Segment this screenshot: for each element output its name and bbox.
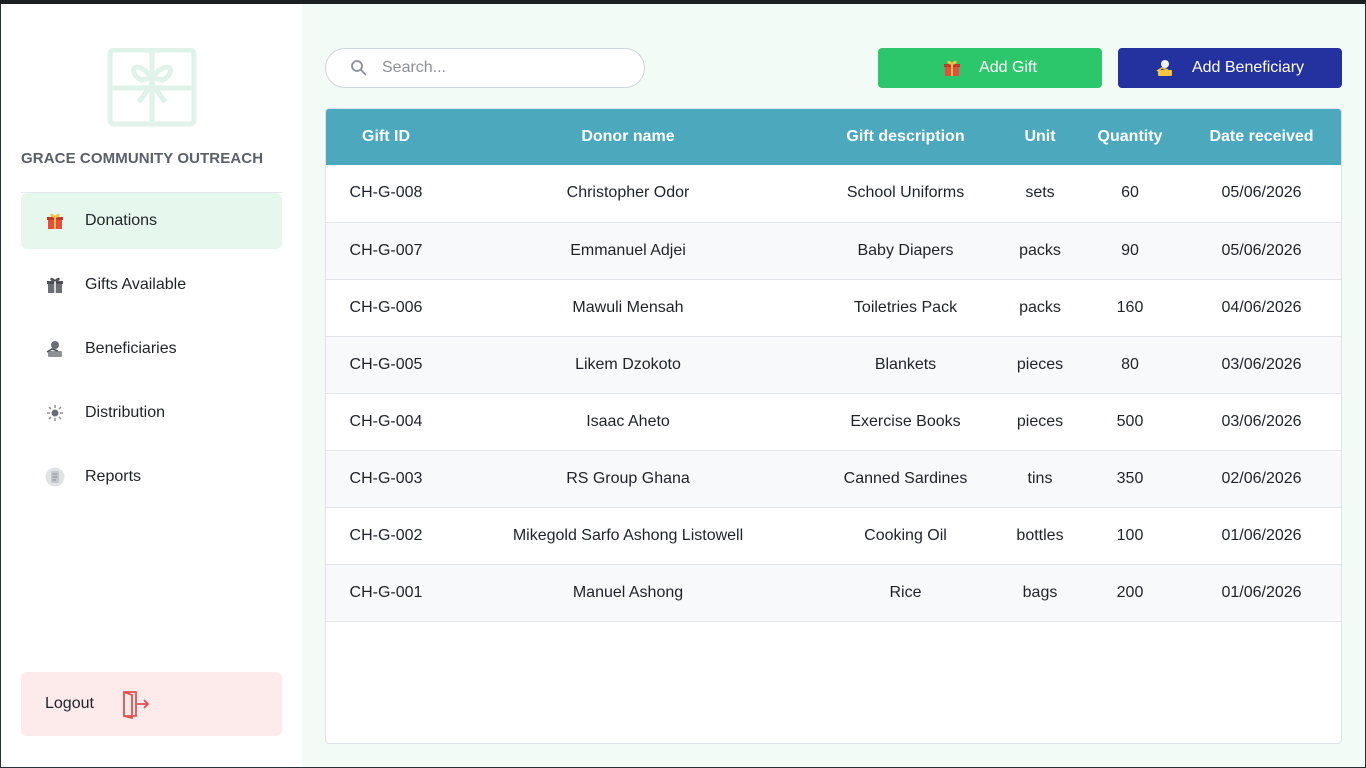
cell-date-received: 03/06/2026	[1221, 412, 1302, 430]
sidebar-item-gifts-available[interactable]: Gifts Available	[21, 257, 282, 313]
sidebar-item-beneficiaries[interactable]: Beneficiaries	[21, 321, 282, 377]
cell-quantity: 500	[1116, 412, 1144, 430]
cell-gift-description: Baby Diapers	[857, 241, 954, 259]
table-row[interactable]: CH-G-003 RS Group Ghana Canned Sardines …	[326, 450, 1341, 507]
column-header-unit[interactable]: Unit	[1001, 109, 1079, 165]
cell-date-received: 05/06/2026	[1221, 241, 1302, 259]
gift-box-logo-icon	[107, 47, 197, 128]
table-row[interactable]: CH-G-004 Isaac Aheto Exercise Books piec…	[326, 393, 1341, 450]
cell-donor-name: Emmanuel Adjei	[570, 241, 686, 259]
add-beneficiary-label: Add Beneficiary	[1191, 59, 1305, 76]
cell-quantity: 350	[1116, 469, 1144, 487]
cell-gift-description: School Uniforms	[846, 184, 965, 202]
cell-unit: packs	[1019, 298, 1061, 316]
cell-gift-id: CH-G-002	[349, 526, 423, 544]
sidebar-item-label: Distribution	[85, 404, 166, 421]
cell-donor-name: Likem Dzokoto	[575, 355, 681, 373]
cell-gift-id: CH-G-007	[349, 241, 423, 259]
cell-gift-description: Canned Sardines	[843, 469, 968, 487]
gift-box-icon	[45, 275, 65, 295]
add-gift-label: Add Gift	[979, 59, 1037, 76]
cell-unit: bottles	[1016, 526, 1064, 544]
table-row[interactable]: CH-G-001 Manuel Ashong Rice bags 200 01/…	[326, 564, 1341, 621]
cell-date-received: 01/06/2026	[1221, 526, 1302, 544]
sidebar-item-label: Beneficiaries	[85, 340, 177, 357]
search-input[interactable]	[382, 59, 612, 77]
cell-donor-name: Isaac Aheto	[586, 412, 670, 430]
cell-unit: tins	[1027, 469, 1053, 487]
sidebar: GRACE COMMUNITY OUTREACH Donations Gifts…	[1, 4, 301, 767]
table-row[interactable]: CH-G-007 Emmanuel Adjei Baby Diapers pac…	[326, 222, 1341, 279]
sidebar-item-label: Gifts Available	[85, 276, 187, 293]
add-gift-button[interactable]: Add Gift	[878, 48, 1102, 88]
cell-quantity: 80	[1121, 355, 1139, 373]
cell-quantity: 200	[1116, 583, 1144, 601]
sidebar-item-label: Donations	[85, 212, 158, 229]
cell-quantity: 90	[1121, 241, 1139, 259]
gift-icon	[943, 59, 961, 77]
column-header-donor-name[interactable]: Donor name	[446, 109, 810, 165]
column-header-quantity[interactable]: Quantity	[1079, 109, 1181, 165]
cell-unit: pieces	[1016, 355, 1064, 373]
cell-quantity: 160	[1116, 298, 1144, 316]
logout-label: Logout	[45, 695, 94, 712]
cell-date-received: 03/06/2026	[1221, 355, 1302, 373]
cell-gift-id: CH-G-006	[349, 298, 423, 316]
cell-unit: bags	[1022, 583, 1058, 601]
table-row[interactable]: CH-G-005 Likem Dzokoto Blankets pieces 8…	[326, 336, 1341, 393]
distribution-icon	[45, 403, 65, 423]
cell-quantity: 100	[1116, 526, 1144, 544]
cell-unit: pieces	[1016, 412, 1064, 430]
cell-gift-description: Cooking Oil	[864, 526, 947, 544]
cell-quantity: 60	[1121, 184, 1139, 202]
cell-gift-description: Exercise Books	[850, 412, 961, 430]
add-beneficiary-button[interactable]: Add Beneficiary	[1118, 48, 1342, 88]
search-icon	[350, 59, 368, 77]
column-header-gift-description[interactable]: Gift description	[810, 109, 1001, 165]
table-header-row: Gift ID Donor name Gift description Unit…	[326, 109, 1341, 165]
cell-unit: sets	[1025, 184, 1055, 202]
beneficiary-icon	[1156, 59, 1174, 77]
beneficiary-icon	[45, 339, 65, 359]
sidebar-item-donations[interactable]: Donations	[21, 193, 282, 249]
cell-date-received: 04/06/2026	[1221, 298, 1302, 316]
cell-date-received: 02/06/2026	[1221, 469, 1302, 487]
table-row[interactable]: CH-G-006 Mawuli Mensah Toiletries Pack p…	[326, 279, 1341, 336]
cell-date-received: 05/06/2026	[1221, 184, 1302, 202]
report-icon	[45, 467, 65, 487]
cell-gift-description: Rice	[889, 583, 922, 601]
cell-unit: packs	[1019, 241, 1061, 259]
cell-gift-id: CH-G-003	[349, 469, 423, 487]
sidebar-item-reports[interactable]: Reports	[21, 449, 282, 505]
logout-icon	[120, 689, 150, 719]
column-header-date-received[interactable]: Date received	[1181, 109, 1341, 165]
sidebar-item-distribution[interactable]: Distribution	[21, 385, 282, 441]
cell-donor-name: Mawuli Mensah	[572, 298, 684, 316]
cell-gift-id: CH-G-001	[349, 583, 423, 601]
cell-gift-description: Toiletries Pack	[853, 298, 958, 316]
main-content: Add Gift Add Beneficiary Gift ID Donor n…	[302, 4, 1365, 767]
cell-date-received: 01/06/2026	[1221, 583, 1302, 601]
search-box[interactable]	[325, 48, 645, 88]
table-row[interactable]: CH-G-008 Christopher Odor School Uniform…	[326, 165, 1341, 222]
donations-table-card: Gift ID Donor name Gift description Unit…	[325, 108, 1342, 744]
cell-donor-name: Mikegold Sarfo Ashong Listowell	[512, 526, 744, 544]
donations-table: Gift ID Donor name Gift description Unit…	[326, 109, 1341, 622]
logout-button[interactable]: Logout	[21, 672, 282, 736]
cell-donor-name: Manuel Ashong	[572, 583, 684, 601]
cell-gift-id: CH-G-005	[349, 355, 423, 373]
table-row[interactable]: CH-G-002 Mikegold Sarfo Ashong Listowell…	[326, 507, 1341, 564]
cell-donor-name: RS Group Ghana	[566, 469, 690, 487]
brand-name: GRACE COMMUNITY OUTREACH	[21, 150, 264, 167]
cell-donor-name: Christopher Odor	[566, 184, 690, 202]
gift-icon	[45, 211, 65, 231]
cell-gift-id: CH-G-008	[349, 184, 423, 202]
sidebar-item-label: Reports	[85, 468, 142, 485]
cell-gift-id: CH-G-004	[349, 412, 423, 430]
column-header-gift-id[interactable]: Gift ID	[326, 109, 446, 165]
cell-gift-description: Blankets	[874, 355, 937, 373]
